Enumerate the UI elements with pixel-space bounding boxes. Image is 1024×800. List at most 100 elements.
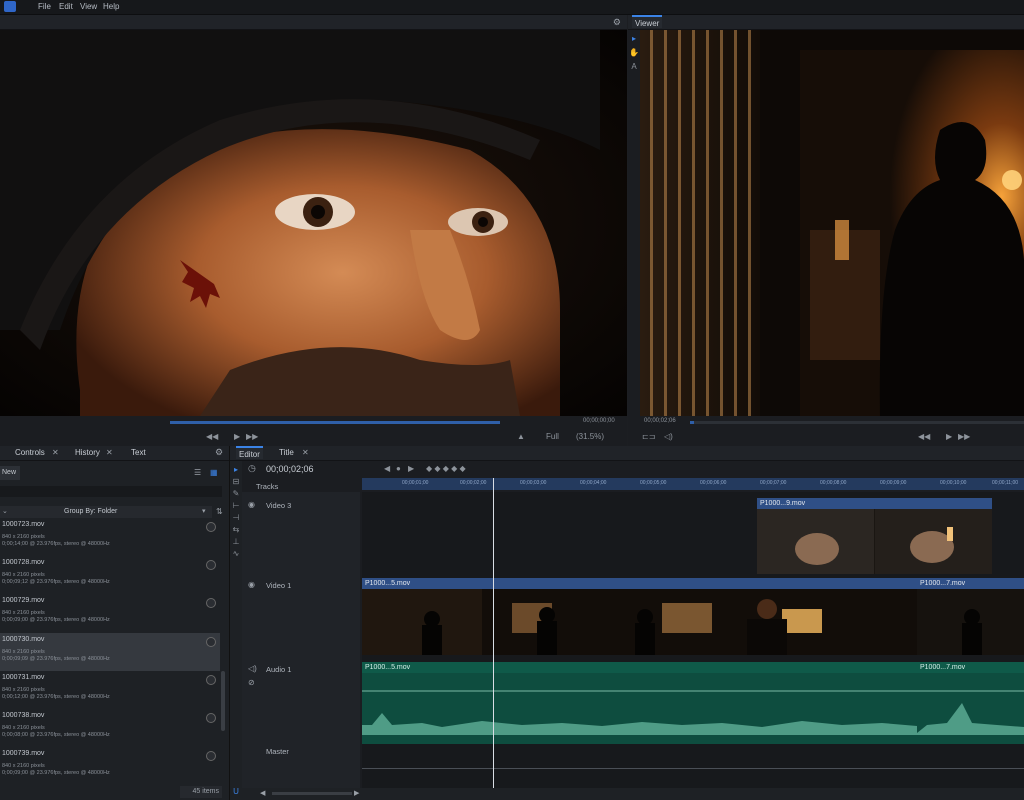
track-master: Master: [266, 747, 289, 756]
ruler-tick: 00;00;06;00: [700, 480, 727, 486]
viewer-next-icon[interactable]: ▶▶: [958, 432, 970, 441]
ruler-tick: 00;00;02;00: [460, 480, 487, 486]
video3-clip[interactable]: P1000...9.mov: [757, 498, 992, 574]
audio-waveform: [917, 690, 1024, 735]
toolbar-prev-icon[interactable]: ◀: [384, 464, 390, 473]
list-item[interactable]: 1000731.mov 840 x 2160 pixels 0;00;12;00…: [0, 671, 220, 709]
scrollbar[interactable]: [221, 671, 225, 731]
status-dot-icon: [206, 751, 216, 761]
settings-gear-icon[interactable]: ⚙: [613, 17, 621, 28]
play-icon[interactable]: ▶: [234, 432, 240, 441]
timeline-ruler[interactable]: 00;00;01;00 00;00;02;00 00;00;03;00 00;0…: [362, 478, 1024, 490]
audio1-clip-a[interactable]: P1000...5.mov: [362, 662, 917, 744]
scopes-icon[interactable]: ▲: [517, 432, 525, 441]
prev-frame-icon[interactable]: ◀◀: [206, 432, 218, 441]
trimmer-scrubber[interactable]: [170, 421, 500, 424]
clip-label: P1000...9.mov: [757, 498, 992, 509]
magnet-icon[interactable]: U: [231, 787, 241, 797]
ruler-tick: 00;00;05;00: [640, 480, 667, 486]
toolbar-play-icon[interactable]: ●: [396, 464, 401, 473]
close-icon[interactable]: ✕: [52, 448, 59, 457]
search-input[interactable]: [0, 486, 222, 497]
mute-icon[interactable]: ⊘: [248, 678, 255, 687]
timeline-zoom-bar: ◀ ▶: [242, 788, 1024, 800]
media-tabs: Controls ✕ History ✕ Text ⚙: [0, 446, 229, 461]
track-headers: ◉ Video 3 ◉ Video 1 ◁) Audio 1 ⊘ Master: [242, 492, 360, 800]
zoom-in-icon[interactable]: ▶: [354, 789, 359, 797]
video1-clip-b[interactable]: P1000...7.mov: [917, 578, 1024, 658]
clip-thumbnails: [362, 589, 917, 655]
viewer-play-icon[interactable]: ▶: [946, 432, 952, 441]
tab-title[interactable]: Title: [276, 448, 297, 457]
track-video-1: Video 1: [266, 581, 292, 590]
text-tool-icon[interactable]: A: [629, 62, 639, 72]
eye-icon[interactable]: ◉: [248, 580, 255, 589]
eye-icon[interactable]: ◉: [248, 500, 255, 509]
tab-history[interactable]: History: [72, 448, 103, 457]
timeline-lanes[interactable]: P1000...9.mov P1000...5.mov P1000...7.mo…: [362, 492, 1024, 800]
toolbar-marker-icon[interactable]: ◆ ◆ ◆ ◆ ◆: [426, 464, 466, 473]
select-tool-icon[interactable]: ▸: [629, 34, 639, 44]
menu-file[interactable]: File: [38, 2, 51, 11]
list-view-icon[interactable]: ☰: [194, 468, 201, 477]
menu-help[interactable]: Help: [103, 2, 119, 11]
slip-tool-icon[interactable]: ⊢: [231, 501, 241, 511]
rate-tool-icon[interactable]: ⇆: [231, 525, 241, 535]
viewer-prev-icon[interactable]: ◀◀: [918, 432, 930, 441]
trim-tool-icon[interactable]: ⊟: [231, 477, 241, 487]
tab-text[interactable]: Text: [128, 448, 149, 457]
status-dot-icon: [206, 713, 216, 723]
playhead[interactable]: [493, 478, 494, 798]
tab-editor[interactable]: Editor: [236, 446, 263, 459]
close-icon[interactable]: ✕: [106, 448, 113, 457]
audio1-clip-b[interactable]: P1000...7.mov: [917, 662, 1024, 744]
status-dot-icon: [206, 560, 216, 570]
status-dot-icon: [206, 637, 216, 647]
select-tool-icon[interactable]: ▸: [231, 465, 241, 475]
trimmer-timecode: 00;00;00;00: [583, 418, 615, 424]
ruler-tick: 00;00;07;00: [760, 480, 787, 486]
media-panel: Controls ✕ History ✕ Text ⚙ New ☰ ▦ ⌄ Gr…: [0, 446, 230, 800]
clip-thumbnails: [917, 589, 1024, 655]
audio-icon[interactable]: ◁): [664, 432, 673, 441]
speaker-icon[interactable]: ◁): [248, 664, 257, 673]
razor-tool-icon[interactable]: ✎: [231, 489, 241, 499]
list-item[interactable]: 1000739.mov 840 x 2160 pixels 0;00;09;00…: [0, 747, 220, 785]
list-item-selected[interactable]: 1000730.mov 840 x 2160 pixels 0;00;09;09…: [0, 633, 220, 671]
app-logo-icon: [4, 1, 16, 12]
zoom-slider[interactable]: [272, 792, 352, 795]
zoom-dropdown[interactable]: Full: [546, 432, 559, 441]
grid-view-icon[interactable]: ▦: [210, 468, 218, 477]
list-item[interactable]: 1000738.mov 840 x 2160 pixels 0;00;08;00…: [0, 709, 220, 747]
menu-view[interactable]: View: [80, 2, 97, 11]
toolbar-next-icon[interactable]: ▶: [408, 464, 414, 473]
list-item[interactable]: 1000728.mov 840 x 2160 pixels 0;00;09;12…: [0, 556, 220, 594]
slide-tool-icon[interactable]: ⊣: [231, 513, 241, 523]
panel-gear-icon[interactable]: ⚙: [215, 447, 223, 458]
zoom-percent[interactable]: (31.5%): [576, 432, 604, 441]
ripple-tool-icon[interactable]: ⊥: [231, 537, 241, 547]
loop-icon[interactable]: ⊏⊐: [642, 432, 655, 441]
group-by-dropdown[interactable]: ⌄ Group By: Folder ▾: [0, 506, 212, 518]
close-icon[interactable]: ✕: [302, 448, 309, 457]
trimmer-video: [0, 30, 627, 416]
viewer-toolstrip: ▸ ✋ A: [628, 30, 640, 416]
editor-tabs: Editor Title ✕: [230, 446, 1024, 461]
editor-timecode: 00;00;02;06: [266, 464, 314, 474]
video1-clip-a[interactable]: P1000...5.mov: [362, 578, 917, 658]
menu-edit[interactable]: Edit: [59, 2, 73, 11]
tab-controls[interactable]: Controls: [12, 448, 48, 457]
tab-viewer[interactable]: Viewer: [632, 15, 663, 28]
zoom-out-icon[interactable]: ◀: [260, 789, 265, 797]
next-frame-icon[interactable]: ▶▶: [246, 432, 258, 441]
ruler-tick: 00;00;03;00: [520, 480, 547, 486]
tracks-label: Tracks: [256, 482, 279, 491]
sort-icon[interactable]: ⇅: [216, 507, 223, 516]
list-item[interactable]: 1000729.mov 840 x 2160 pixels 0;00;09;00…: [0, 594, 220, 632]
hand-tool-icon[interactable]: ✋: [629, 48, 639, 58]
new-button[interactable]: New: [0, 466, 20, 480]
clip-label: P1000...5.mov: [362, 578, 917, 589]
viewer-scrubber[interactable]: [690, 421, 1024, 424]
snap-tool-icon[interactable]: ∿: [231, 549, 241, 559]
list-item[interactable]: 1000723.mov 840 x 2160 pixels 0;00;14;00…: [0, 518, 220, 556]
